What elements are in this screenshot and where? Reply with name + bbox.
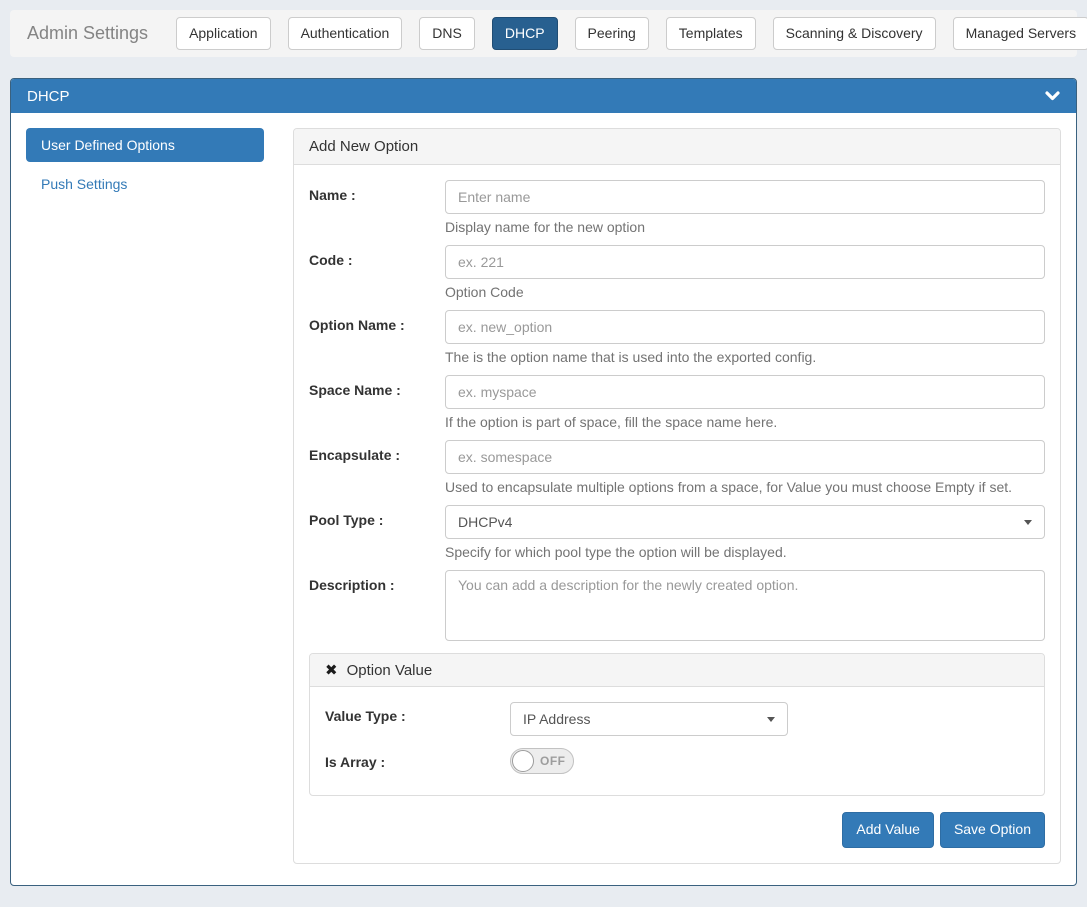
- tab-scanning-discovery[interactable]: Scanning & Discovery: [773, 17, 936, 50]
- add-value-button[interactable]: Add Value: [842, 812, 934, 848]
- space-name-row: Space Name : If the option is part of sp…: [309, 375, 1045, 431]
- dhcp-panel: DHCP User Defined Options Push Settings …: [10, 78, 1077, 886]
- chevron-down-icon: [1045, 91, 1060, 101]
- tab-dhcp[interactable]: DHCP: [492, 17, 558, 50]
- tab-dns[interactable]: DNS: [419, 17, 475, 50]
- code-input[interactable]: [445, 245, 1045, 279]
- pool-type-help: Specify for which pool type the option w…: [445, 544, 1045, 561]
- topbar: Admin Settings Application Authenticatio…: [10, 10, 1077, 57]
- dhcp-panel-header: DHCP: [11, 79, 1076, 113]
- close-icon[interactable]: ✖: [325, 661, 338, 679]
- value-type-select[interactable]: IP Address: [510, 702, 788, 736]
- value-type-selected-value: IP Address: [523, 711, 590, 727]
- pool-type-select[interactable]: DHCPv4: [445, 505, 1045, 539]
- settings-tabs: Application Authentication DNS DHCP Peer…: [176, 17, 1087, 50]
- space-name-help: If the option is part of space, fill the…: [445, 414, 1045, 431]
- code-label: Code :: [309, 245, 445, 301]
- caret-down-icon: [767, 717, 775, 722]
- toggle-knob: [512, 750, 534, 772]
- name-row: Name : Display name for the new option: [309, 180, 1045, 236]
- description-textarea[interactable]: [445, 570, 1045, 641]
- dhcp-panel-body: User Defined Options Push Settings Add N…: [11, 113, 1076, 879]
- save-option-button[interactable]: Save Option: [940, 812, 1045, 848]
- pool-type-label: Pool Type :: [309, 505, 445, 561]
- option-value-title: Option Value: [347, 662, 433, 679]
- is-array-toggle[interactable]: OFF: [510, 748, 574, 774]
- encapsulate-label: Encapsulate :: [309, 440, 445, 496]
- sidebar-item-push-settings[interactable]: Push Settings: [26, 167, 264, 201]
- option-name-input[interactable]: [445, 310, 1045, 344]
- is-array-row: Is Array : OFF: [325, 748, 1029, 774]
- description-label: Description :: [309, 570, 445, 641]
- add-new-option-body: Name : Display name for the new option C…: [294, 165, 1060, 863]
- sidebar-item-user-defined-options[interactable]: User Defined Options: [26, 128, 264, 162]
- encapsulate-row: Encapsulate : Used to encapsulate multip…: [309, 440, 1045, 496]
- encapsulate-help: Used to encapsulate multiple options fro…: [445, 479, 1045, 496]
- value-type-row: Value Type : IP Address: [325, 702, 1029, 736]
- option-value-body: Value Type : IP Address Is Array :: [310, 687, 1044, 795]
- tab-templates[interactable]: Templates: [666, 17, 756, 50]
- code-row: Code : Option Code: [309, 245, 1045, 301]
- option-value-panel: ✖ Option Value Value Type : IP Address: [309, 653, 1045, 796]
- code-help: Option Code: [445, 284, 1045, 301]
- form-actions: Add Value Save Option: [309, 812, 1045, 848]
- encapsulate-input[interactable]: [445, 440, 1045, 474]
- add-new-option-title: Add New Option: [294, 129, 1060, 165]
- option-name-help: The is the option name that is used into…: [445, 349, 1045, 366]
- dhcp-panel-title: DHCP: [27, 88, 70, 105]
- add-new-option-panel: Add New Option Name : Display name for t…: [293, 128, 1061, 864]
- option-name-label: Option Name :: [309, 310, 445, 366]
- tab-peering[interactable]: Peering: [575, 17, 649, 50]
- value-type-label: Value Type :: [325, 702, 510, 724]
- space-name-label: Space Name :: [309, 375, 445, 431]
- name-label: Name :: [309, 180, 445, 236]
- description-row: Description :: [309, 570, 1045, 641]
- pool-type-row: Pool Type : DHCPv4 Specify for which poo…: [309, 505, 1045, 561]
- pool-type-selected-value: DHCPv4: [458, 514, 512, 530]
- panel-collapse-button[interactable]: [1045, 91, 1060, 101]
- caret-down-icon: [1024, 520, 1032, 525]
- tab-application[interactable]: Application: [176, 17, 271, 50]
- name-input[interactable]: [445, 180, 1045, 214]
- sidebar: User Defined Options Push Settings: [26, 128, 264, 864]
- tab-managed-servers[interactable]: Managed Servers: [953, 17, 1087, 50]
- space-name-input[interactable]: [445, 375, 1045, 409]
- option-value-header: ✖ Option Value: [310, 654, 1044, 687]
- is-array-label: Is Array :: [325, 748, 510, 770]
- name-help: Display name for the new option: [445, 219, 1045, 236]
- toggle-state-label: OFF: [540, 754, 566, 768]
- option-name-row: Option Name : The is the option name tha…: [309, 310, 1045, 366]
- tab-authentication[interactable]: Authentication: [288, 17, 403, 50]
- page-title: Admin Settings: [27, 23, 148, 44]
